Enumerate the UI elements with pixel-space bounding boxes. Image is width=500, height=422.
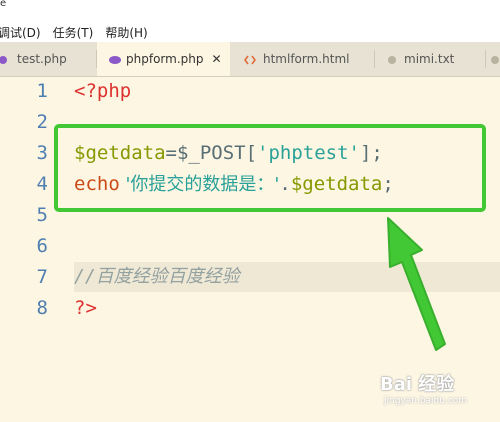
watermark-logo: Bai 经验 <box>380 374 455 395</box>
line-number: 5 <box>36 204 48 226</box>
tab-label: htmlform.html <box>263 52 350 66</box>
html-icon <box>244 54 256 65</box>
watermark-url: jingyan.baidu.com <box>384 396 468 406</box>
line-number: 6 <box>36 235 48 257</box>
tab-bar: test.php phpform.php ✕ htmlform.html mim… <box>0 42 500 77</box>
tab-label: test.php <box>17 52 67 66</box>
php-icon <box>109 54 121 64</box>
menu-help[interactable]: 帮助(H) <box>105 24 147 41</box>
menu-tasks[interactable]: 任务(T) <box>53 24 94 41</box>
php-open-tag: <?php <box>74 80 132 102</box>
close-icon[interactable]: ✕ <box>211 52 221 66</box>
annotation-highlight-box <box>54 124 486 212</box>
tab-label: phpform.php <box>126 52 204 66</box>
comment: //百度经验百度经验 <box>74 266 240 287</box>
annotation-arrow <box>387 217 446 351</box>
tab-overflow[interactable] <box>490 42 500 76</box>
line-number: 7 <box>36 266 48 288</box>
code-line: 1 <?php <box>0 76 500 106</box>
title-fragment: e <box>0 0 7 9</box>
line-number: 4 <box>36 173 48 195</box>
menu-bar: e 调试(D) 任务(T) 帮助(H) <box>0 0 500 42</box>
tab-label: mimi.txt <box>404 52 455 66</box>
tab-phpform-php[interactable]: phpform.php ✕ <box>97 42 230 76</box>
tab-divider <box>485 50 486 68</box>
menu-debug[interactable]: 调试(D) <box>0 24 41 41</box>
line-number: 8 <box>36 297 48 319</box>
php-close-tag: ?> <box>74 297 97 319</box>
line-number: 3 <box>36 142 48 164</box>
txt-icon <box>490 54 500 64</box>
tab-htmlform-html[interactable]: htmlform.html <box>230 42 374 76</box>
txt-icon <box>387 54 397 64</box>
tab-mimi-txt[interactable]: mimi.txt <box>375 42 485 76</box>
menu-items: 调试(D) 任务(T) 帮助(H) <box>0 22 160 42</box>
line-number: 1 <box>36 80 48 102</box>
php-icon <box>0 54 10 64</box>
line-number: 2 <box>36 111 48 133</box>
tab-test-php[interactable]: test.php <box>0 42 96 76</box>
